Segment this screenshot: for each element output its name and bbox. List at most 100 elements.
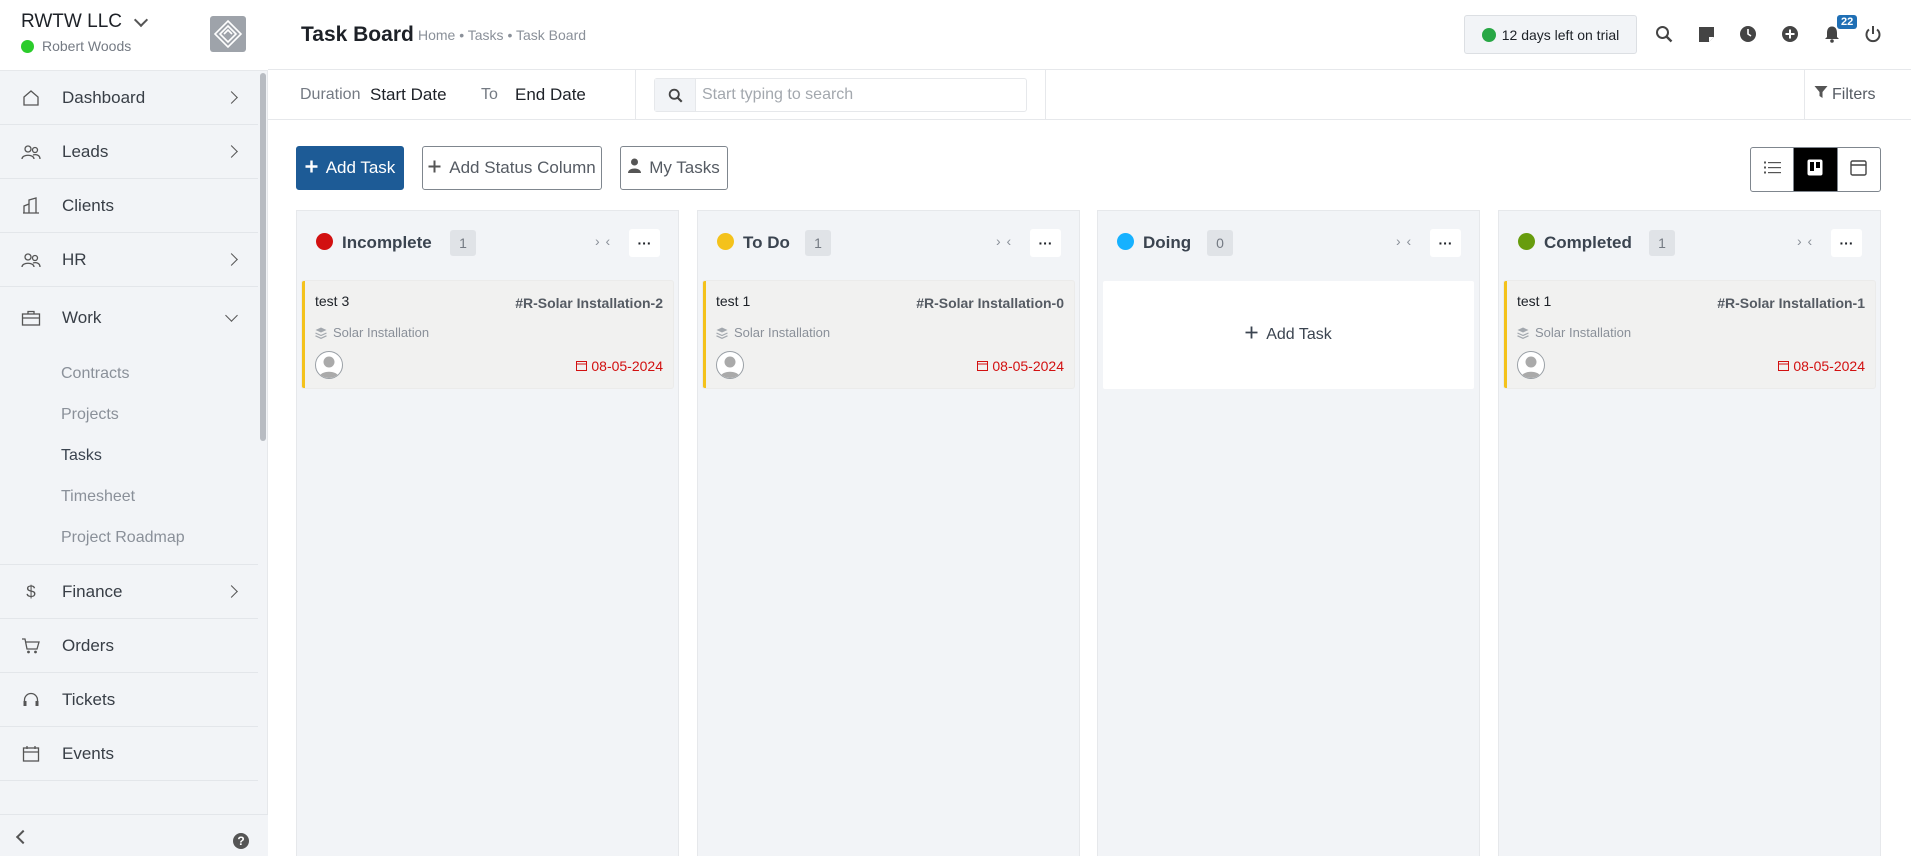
collapse-column-icon[interactable]: › ‹ [1797,233,1813,249]
help-icon[interactable]: ? [233,833,249,849]
task-code[interactable]: #R-Solar Installation-2 [515,295,663,311]
calendar-icon [21,745,41,763]
company-switcher[interactable]: RWTW LLC [21,11,149,33]
trial-status-button[interactable]: 12 days left on trial [1464,15,1637,54]
divider [635,70,636,120]
my-tasks-button[interactable]: My Tasks [620,146,728,190]
add-circle-icon[interactable] [1779,23,1801,45]
task-code[interactable]: #R-Solar Installation-1 [1717,295,1865,311]
trial-status-icon [1481,27,1496,42]
sidebar-item-label: Tickets [62,689,116,709]
due-date-text: 08-05-2024 [1793,358,1865,374]
task-name: test 1 [1517,293,1552,309]
task-card[interactable]: test 1 #R-Solar Installation-0 Solar Ins… [703,281,1074,388]
avatar[interactable] [315,351,343,379]
column-more-button[interactable]: ··· [1430,229,1461,257]
cart-icon [21,637,41,655]
task-name: test 1 [716,293,751,309]
sidebar-subitem-tasks[interactable]: Tasks [0,435,258,476]
task-due-date: 08-05-2024 [576,358,663,374]
notification-badge: 22 [1837,15,1858,29]
avatar[interactable] [1517,351,1545,379]
add-status-column-label: Add Status Column [449,158,596,177]
headset-icon [21,691,41,709]
users-icon [21,143,41,161]
work-submenu: Contracts Projects Tasks Timesheet Proje… [0,349,258,565]
status-dot-icon [316,233,333,250]
list-view-button[interactable] [1751,148,1793,191]
collapse-column-icon[interactable]: › ‹ [996,233,1012,249]
start-date-field[interactable]: Start Date [370,85,447,105]
sticky-note-icon[interactable] [1695,23,1717,45]
board-column-to-do: To Do 1 › ‹ ··· test 1 #R-Solar Installa… [697,210,1080,856]
view-toggle [1750,147,1881,192]
task-card[interactable]: test 3 #R-Solar Installation-2 Solar Ins… [302,281,673,388]
sidebar-subitem-project-roadmap[interactable]: Project Roadmap [0,517,258,558]
column-title: To Do [743,233,790,252]
plus-icon [1245,326,1258,344]
task-due-date: 08-05-2024 [1778,358,1865,374]
task-name: test 3 [315,293,350,309]
building-icon [21,196,41,215]
sidebar-item-label: Orders [62,635,114,655]
column-title: Incomplete [342,233,432,252]
layers-icon [315,326,327,344]
power-icon[interactable] [1862,23,1884,45]
calendar-icon [576,358,588,374]
end-date-field[interactable]: End Date [515,85,586,105]
users-icon [21,251,41,269]
search-input[interactable] [696,86,1016,104]
sidebar-item-clients[interactable]: Clients [0,179,258,233]
search-icon[interactable] [1653,23,1675,45]
sidebar-menu: Dashboard Leads Clients HR Work Contract… [0,71,258,781]
briefcase-icon [21,309,41,327]
sidebar-scrollbar[interactable] [260,73,266,441]
column-count: 0 [1207,230,1233,256]
calendar-icon [977,358,989,374]
kanban-icon [1807,159,1823,181]
avatar[interactable] [716,351,744,379]
breadcrumb: Home • Tasks • Task Board [418,27,587,43]
sidebar-item-finance[interactable]: $ Finance [0,565,258,619]
clock-icon[interactable] [1737,23,1759,45]
collapse-sidebar-icon[interactable] [15,829,31,845]
add-task-button[interactable]: Add Task [296,146,404,190]
sidebar-subitem-projects[interactable]: Projects [0,394,258,435]
divider [1804,70,1805,120]
calendar-view-button[interactable] [1836,148,1880,191]
sidebar-item-tickets[interactable]: Tickets [0,673,258,727]
sidebar-item-orders[interactable]: Orders [0,619,258,673]
column-add-task-button[interactable]: Add Task [1103,281,1474,389]
collapse-column-icon[interactable]: › ‹ [595,233,611,249]
filters-button[interactable]: Filters [1814,85,1876,104]
chevron-down-icon [133,12,149,27]
column-more-button[interactable]: ··· [1030,229,1061,257]
sidebar-item-work[interactable]: Work [0,287,258,349]
sidebar-subitem-timesheet[interactable]: Timesheet [0,476,258,517]
sidebar-item-leads[interactable]: Leads [0,125,258,179]
task-project: Solar Installation [333,325,430,340]
chevron-right-icon [225,585,238,598]
layers-icon [716,326,728,344]
board-view-button[interactable] [1793,148,1837,191]
collapse-column-icon[interactable]: › ‹ [1396,233,1412,249]
sidebar-item-label: Finance [62,581,123,601]
sidebar-subitem-contracts[interactable]: Contracts [0,353,258,394]
task-project: Solar Installation [1535,325,1632,340]
company-name: RWTW LLC [21,11,122,32]
add-status-column-button[interactable]: Add Status Column [422,146,602,190]
sidebar-item-dashboard[interactable]: Dashboard [0,71,258,125]
user-status: Robert Woods [21,38,131,54]
column-count: 1 [1649,230,1675,256]
sidebar-item-hr[interactable]: HR [0,233,258,287]
online-status-icon [21,39,34,53]
dollar-icon: $ [26,581,36,601]
task-code[interactable]: #R-Solar Installation-0 [916,295,1064,311]
column-title: Completed [1544,233,1632,252]
sidebar-item-events[interactable]: Events [0,727,258,781]
task-card[interactable]: test 1 #R-Solar Installation-1 Solar Ins… [1504,281,1875,388]
column-count: 1 [450,230,476,256]
column-more-button[interactable]: ··· [629,229,660,257]
due-date-text: 08-05-2024 [591,358,663,374]
column-more-button[interactable]: ··· [1831,229,1862,257]
